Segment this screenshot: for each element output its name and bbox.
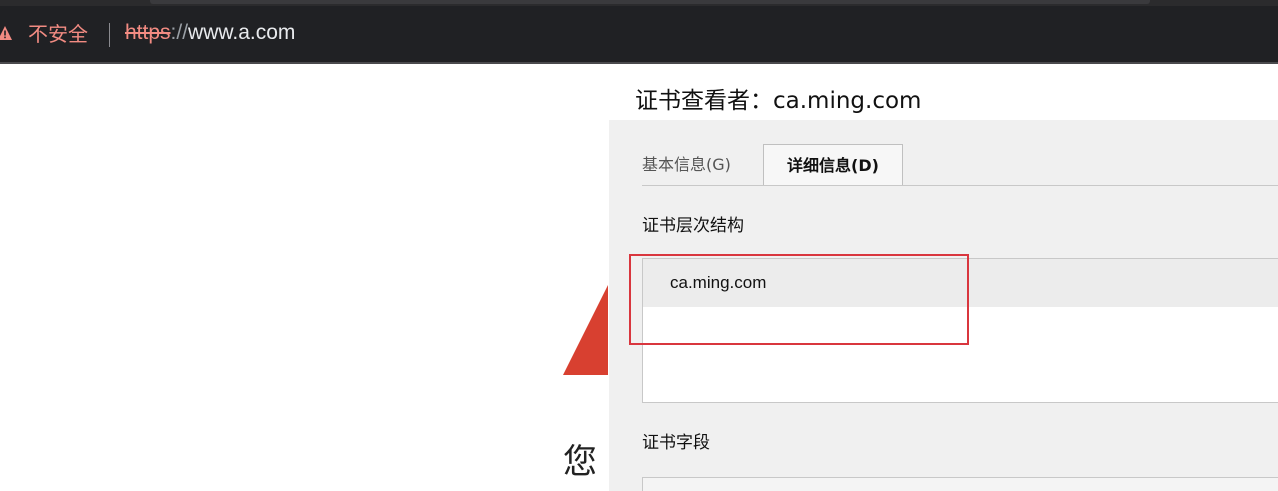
hierarchy-label: 证书层次结构 [642, 216, 744, 236]
certificate-fields-list[interactable] [642, 477, 1278, 491]
warning-icon[interactable] [0, 25, 13, 41]
url-separator: :// [170, 21, 189, 44]
fields-label: 证书字段 [642, 433, 710, 453]
tab-basic-info[interactable]: 基本信息(G) [642, 144, 731, 186]
address-divider [109, 23, 110, 47]
url-scheme: https [125, 21, 171, 44]
url-text[interactable]: https://www.a.com [125, 20, 295, 46]
address-bar[interactable]: 不安全 https://www.a.com [0, 6, 1278, 62]
tab-divider [642, 185, 1278, 186]
dialog-title: 证书查看者：ca.ming.com [635, 88, 922, 114]
page-heading-partial: 您 [563, 442, 597, 482]
warning-triangle-icon [563, 285, 608, 375]
highlight-annotation [629, 254, 969, 345]
security-status-label[interactable]: 不安全 [28, 21, 88, 47]
url-host: www.a.com [188, 21, 296, 44]
tab-details[interactable]: 详细信息(D) [763, 144, 903, 185]
dialog-titlebar: 证书查看者：ca.ming.com [609, 64, 1278, 120]
